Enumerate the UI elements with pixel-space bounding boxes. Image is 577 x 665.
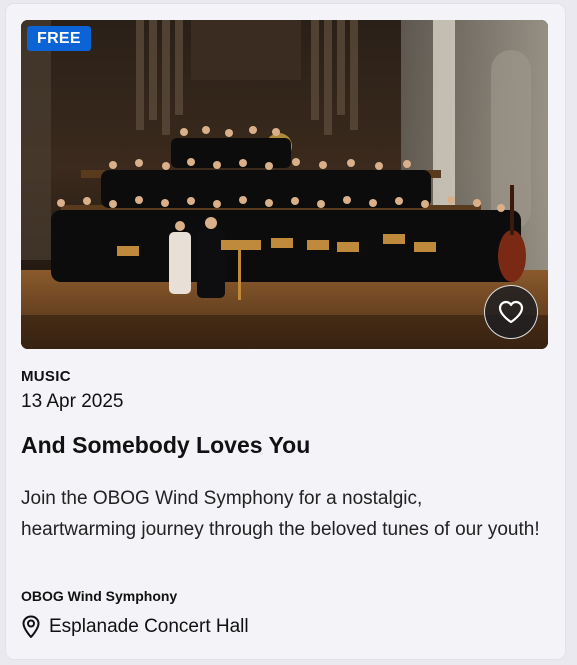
free-badge: FREE [27, 26, 91, 51]
favorite-button[interactable] [484, 285, 538, 339]
event-image[interactable]: FREE [21, 20, 548, 349]
map-pin-icon [22, 615, 40, 638]
event-description: Join the OBOG Wind Symphony for a nostal… [21, 488, 540, 540]
event-date: 13 Apr 2025 [21, 391, 124, 412]
event-organizer: OBOG Wind Symphony [21, 588, 178, 604]
event-category: MUSIC [21, 368, 71, 385]
event-venue: Esplanade Concert Hall [21, 615, 249, 639]
event-card[interactable]: FREE MUSIC 13 Apr 2025 And Somebody Love… [6, 4, 565, 659]
event-title[interactable]: And Somebody Loves You [21, 432, 310, 459]
venue-label: Esplanade Concert Hall [49, 616, 249, 637]
heart-icon [498, 300, 524, 324]
concert-photo [21, 20, 548, 349]
